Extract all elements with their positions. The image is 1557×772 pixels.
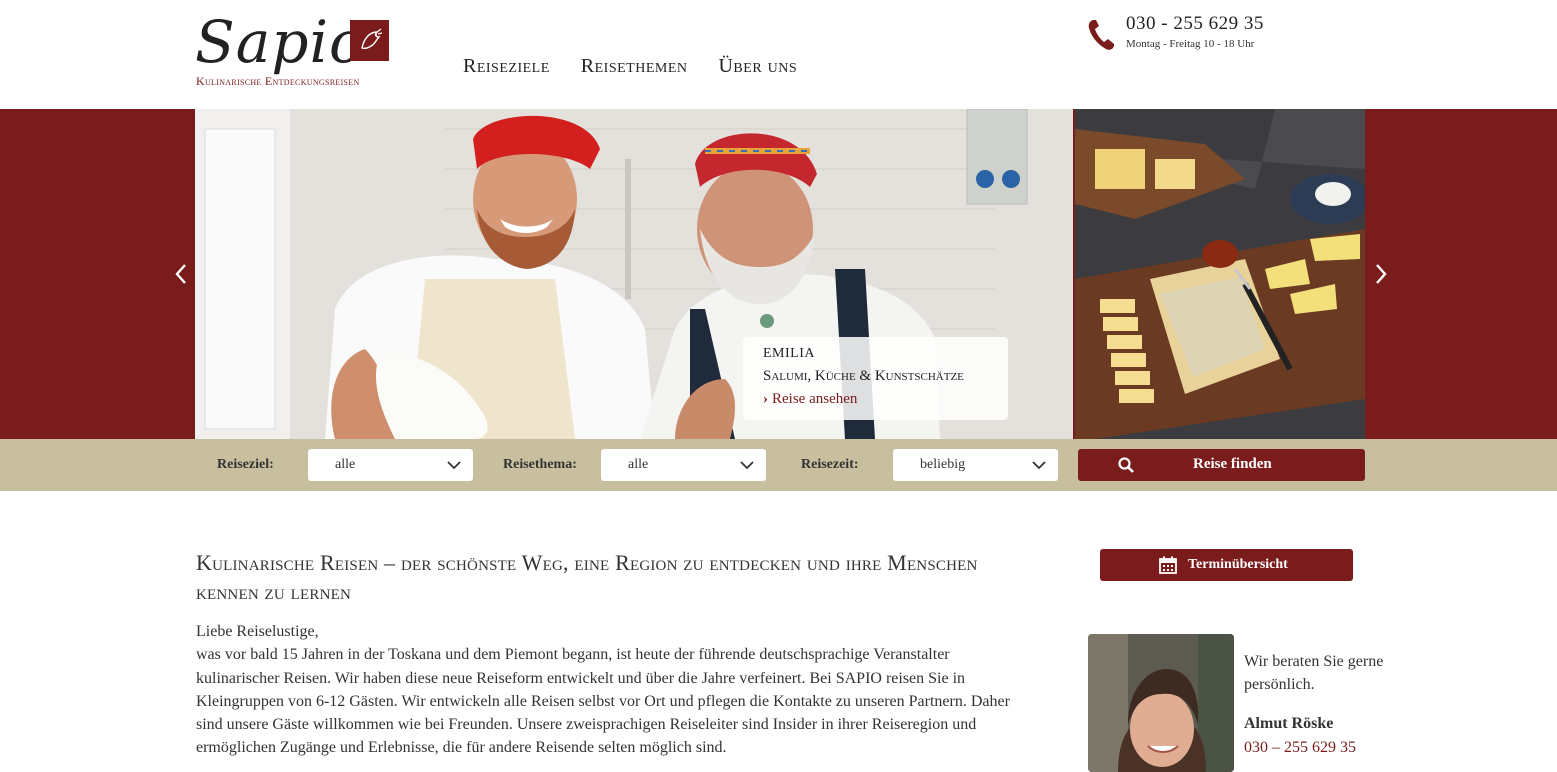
schedule-overview-button[interactable]: Terminübersicht [1100, 549, 1353, 581]
trip-search-bar: Reiseziel: alle Reisethema: alle Reiseze… [0, 439, 1557, 491]
chevron-right-icon[interactable] [1372, 261, 1390, 287]
intro-text: Liebe Reiselustige, was vor bald 15 Jahr… [196, 620, 1036, 760]
phone-hours: Montag - Freitag 10 - 18 Uhr [1126, 38, 1255, 50]
destination-label: Reiseziel: [217, 457, 274, 472]
logo-wordmark: Sapio [195, 8, 365, 76]
destination-select[interactable]: alle [308, 449, 473, 481]
hero-image-cheese-board [1075, 109, 1365, 439]
slide-caption-subtitle: Salumi, Küche & Kunstschätze [763, 368, 964, 384]
slide-caption-title: EMILIA [763, 346, 815, 361]
destination-select-value: alle [335, 457, 356, 472]
intro-body: was vor bald 15 Jahren in der Toskana un… [196, 646, 1010, 757]
nav-item-reisethemen[interactable]: Reisethemen [581, 55, 688, 78]
site-logo[interactable]: Sapio Kulinarische Entdeckungsreisen [195, 8, 395, 91]
find-trip-button[interactable]: Reise finden [1078, 449, 1365, 481]
nav-item-ueber-uns[interactable]: Über uns [718, 55, 797, 78]
main-nav: Reiseziele Reisethemen Über uns [463, 55, 797, 78]
time-label: Reisezeit: [801, 457, 859, 472]
phone-number[interactable]: 030 - 255 629 35 [1126, 13, 1264, 35]
advisor-photo [1088, 634, 1234, 772]
time-select[interactable]: beliebig [893, 449, 1058, 481]
time-select-value: beliebig [920, 457, 966, 472]
chevron-down-icon [447, 461, 461, 470]
nav-item-reiseziele[interactable]: Reiseziele [463, 55, 550, 78]
chevron-right-small-icon: › [763, 391, 768, 407]
logo-subtitle: Kulinarische Entdeckungsreisen [196, 74, 360, 88]
advisor-name: Almut Röske [1244, 715, 1334, 732]
theme-select-value: alle [628, 457, 649, 472]
hero-slider: EMILIA Salumi, Küche & Kunstschätze › Rei… [0, 109, 1557, 439]
site-header: Sapio Kulinarische Entdeckungsreisen Rei… [0, 0, 1557, 109]
slide-caption: EMILIA Salumi, Küche & Kunstschätze › Rei… [743, 337, 1008, 420]
theme-select[interactable]: alle [601, 449, 766, 481]
chevron-down-icon [740, 461, 754, 470]
chevron-left-icon[interactable] [172, 261, 190, 287]
intro-greeting: Liebe Reiselustige, [196, 623, 319, 640]
calendar-icon [1159, 556, 1177, 574]
schedule-overview-label: Terminübersicht [1188, 557, 1288, 572]
find-trip-button-label: Reise finden [1193, 456, 1272, 472]
search-icon [1118, 457, 1134, 473]
view-trip-link-label: Reise ansehen [772, 391, 858, 407]
advisor-text: Wir beraten Sie gerne persönlich. [1244, 653, 1384, 693]
phone-icon [1088, 20, 1114, 50]
page-headline: Kulinarische Reisen – der schönste Weg, … [196, 550, 978, 604]
view-trip-link[interactable]: › Reise ansehen [763, 391, 857, 408]
advisor-phone[interactable]: 030 – 255 629 35 [1244, 739, 1356, 757]
theme-label: Reisethema: [503, 457, 577, 472]
logo-emblem-icon [350, 20, 389, 61]
chevron-down-icon [1032, 461, 1046, 470]
